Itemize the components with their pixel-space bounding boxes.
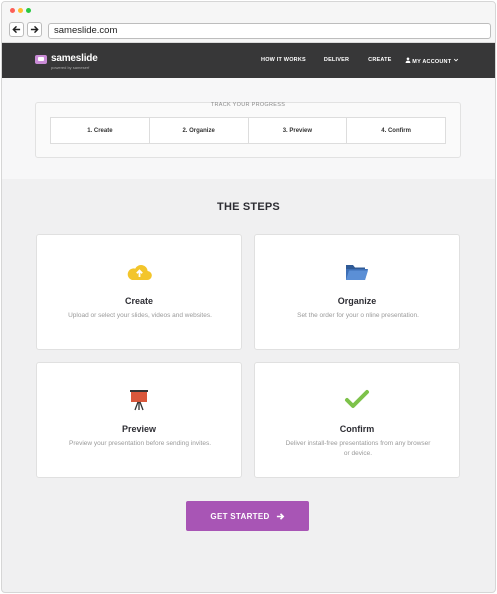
step-description: Set the order for your o nline presentat… bbox=[297, 312, 419, 319]
get-started-button[interactable]: GET STARTED bbox=[186, 501, 309, 531]
nav-my-account[interactable]: MY ACCOUNT bbox=[405, 57, 459, 65]
forward-button[interactable] bbox=[27, 22, 42, 37]
progress-step-create[interactable]: 1. Create bbox=[51, 118, 150, 143]
step-title: Create bbox=[124, 296, 153, 306]
app-header: sameslide powered by sameserf HOW IT WOR… bbox=[2, 43, 495, 78]
progress-step-preview[interactable]: 3. Preview bbox=[249, 118, 348, 143]
progress-title: TRACK YOUR PROGRESS bbox=[210, 102, 286, 108]
brand-name: sameslide bbox=[51, 53, 98, 64]
cloud-upload-icon bbox=[127, 264, 152, 281]
step-title: Organize bbox=[337, 296, 377, 306]
arrow-right-icon bbox=[30, 25, 39, 34]
nav-my-account-label: MY ACCOUNT bbox=[412, 59, 452, 65]
progress-tracker: TRACK YOUR PROGRESS 1. Create 2. Organiz… bbox=[35, 102, 461, 158]
progress-steps: 1. Create 2. Organize 3. Preview 4. Conf… bbox=[50, 117, 446, 144]
progress-step-confirm[interactable]: 4. Confirm bbox=[347, 118, 445, 143]
step-card-create[interactable]: Create Upload or select your slides, vid… bbox=[36, 234, 242, 350]
icon-wrap bbox=[37, 261, 241, 283]
window-controls bbox=[10, 8, 31, 13]
step-description: Deliver install-free presentations from … bbox=[285, 440, 431, 457]
checkmark-icon bbox=[345, 390, 369, 408]
presentation-easel-icon bbox=[130, 390, 148, 411]
maximize-window-dot[interactable] bbox=[26, 8, 31, 13]
address-bar[interactable]: sameslide.com bbox=[48, 23, 491, 39]
browser-chrome: sameslide.com bbox=[2, 2, 495, 43]
arrow-right-icon bbox=[276, 512, 284, 520]
user-icon bbox=[405, 57, 410, 63]
main-nav: HOW IT WORKS DELIVER CREATE MY ACCOUNT bbox=[261, 57, 459, 65]
nav-create[interactable]: CREATE bbox=[368, 57, 391, 65]
step-card-confirm[interactable]: Confirm Deliver install-free presentatio… bbox=[254, 362, 460, 478]
step-description: Upload or select your slides, videos and… bbox=[68, 312, 212, 319]
icon-wrap bbox=[37, 389, 241, 411]
get-started-label: GET STARTED bbox=[210, 511, 270, 521]
arrow-left-icon bbox=[12, 25, 21, 34]
brand-logo[interactable]: sameslide powered by sameserf bbox=[35, 54, 98, 70]
brand-tagline: powered by sameserf bbox=[51, 65, 90, 70]
logo-icon bbox=[35, 55, 47, 64]
progress-section: TRACK YOUR PROGRESS 1. Create 2. Organiz… bbox=[2, 78, 495, 179]
minimize-window-dot[interactable] bbox=[18, 8, 23, 13]
nav-how-it-works[interactable]: HOW IT WORKS bbox=[261, 57, 306, 65]
step-card-preview[interactable]: Preview Preview your presentation before… bbox=[36, 362, 242, 478]
nav-deliver[interactable]: DELIVER bbox=[324, 57, 349, 65]
chevron-down-icon bbox=[453, 58, 459, 62]
icon-wrap bbox=[255, 261, 459, 283]
step-card-organize[interactable]: Organize Set the order for your o nline … bbox=[254, 234, 460, 350]
folder-icon bbox=[346, 265, 368, 280]
browser-window: sameslide.com sameslide powered by sames… bbox=[1, 1, 496, 593]
step-title: Confirm bbox=[339, 424, 375, 434]
step-description: Preview your presentation before sending… bbox=[69, 440, 211, 447]
icon-wrap bbox=[255, 389, 459, 411]
steps-heading: THE STEPS bbox=[217, 201, 280, 213]
step-title: Preview bbox=[121, 424, 157, 434]
progress-step-organize[interactable]: 2. Organize bbox=[150, 118, 249, 143]
close-window-dot[interactable] bbox=[10, 8, 15, 13]
back-button[interactable] bbox=[9, 22, 24, 37]
